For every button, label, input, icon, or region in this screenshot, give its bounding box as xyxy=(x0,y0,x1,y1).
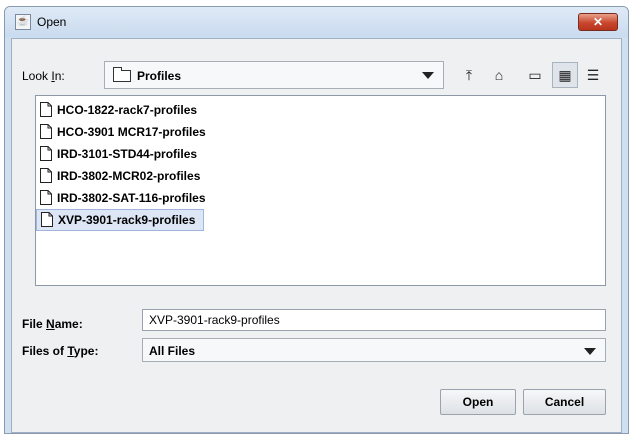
open-dialog: ☕ Open ✕ Look In: Profiles ⤒ ⌂ ▭ ▦ ☰ HCO-182… xyxy=(4,6,629,434)
file-icon xyxy=(40,190,52,206)
file-type-label: Files of Type: xyxy=(22,344,99,358)
open-button[interactable]: Open xyxy=(440,389,516,415)
list-item[interactable]: HCO-1822-rack7-profiles xyxy=(36,99,205,121)
cancel-button[interactable]: Cancel xyxy=(523,389,606,415)
window-title: Open xyxy=(37,15,67,29)
file-type-value: All Files xyxy=(149,344,196,358)
file-icon xyxy=(40,124,52,140)
file-name-label: File Name: xyxy=(22,317,83,331)
java-cup-icon: ☕ xyxy=(15,14,31,30)
home-icon[interactable]: ⌂ xyxy=(486,62,512,88)
title-bar[interactable]: ☕ Open ✕ xyxy=(5,7,628,37)
file-name-text: IRD-3802-MCR02-profiles xyxy=(57,169,201,183)
chevron-down-icon xyxy=(422,72,434,79)
file-type-combo[interactable]: All Files xyxy=(142,338,606,362)
file-name-text: HCO-1822-rack7-profiles xyxy=(57,103,198,117)
file-icon xyxy=(40,146,52,162)
new-folder-icon[interactable]: ▭ xyxy=(522,62,548,88)
file-name-text: IRD-3101-STD44-profiles xyxy=(57,147,198,161)
look-in-label: Look In: xyxy=(22,69,65,83)
file-name-text: IRD-3802-SAT-116-profiles xyxy=(57,191,206,205)
dialog-body: Look In: Profiles ⤒ ⌂ ▭ ▦ ☰ HCO-1822-rack7-p… xyxy=(11,38,622,433)
file-icon xyxy=(41,212,53,228)
up-one-level-icon[interactable]: ⤒ xyxy=(456,62,482,88)
file-name-text: XVP-3901-rack9-profiles xyxy=(58,213,196,227)
list-item[interactable]: HCO-3901 MCR17-profiles xyxy=(36,121,214,143)
file-icon xyxy=(40,102,52,118)
chevron-down-icon xyxy=(584,348,596,355)
file-list[interactable]: HCO-1822-rack7-profiles HCO-3901 MCR17-pr… xyxy=(35,95,606,286)
file-name-text: HCO-3901 MCR17-profiles xyxy=(57,125,206,139)
list-item[interactable]: IRD-3101-STD44-profiles xyxy=(36,143,205,165)
file-name-input[interactable] xyxy=(142,309,606,331)
file-icon xyxy=(40,168,52,184)
look-in-value: Profiles xyxy=(137,69,182,83)
folder-icon xyxy=(113,67,131,82)
list-item[interactable]: XVP-3901-rack9-profiles xyxy=(36,209,205,231)
list-view-icon[interactable]: ▦ xyxy=(552,62,578,88)
details-view-icon[interactable]: ☰ xyxy=(580,62,606,88)
list-item[interactable]: IRD-3802-MCR02-profiles xyxy=(36,165,208,187)
close-button[interactable]: ✕ xyxy=(578,13,618,31)
look-in-combo[interactable]: Profiles xyxy=(104,61,444,89)
list-item[interactable]: IRD-3802-SAT-116-profiles xyxy=(36,187,214,209)
